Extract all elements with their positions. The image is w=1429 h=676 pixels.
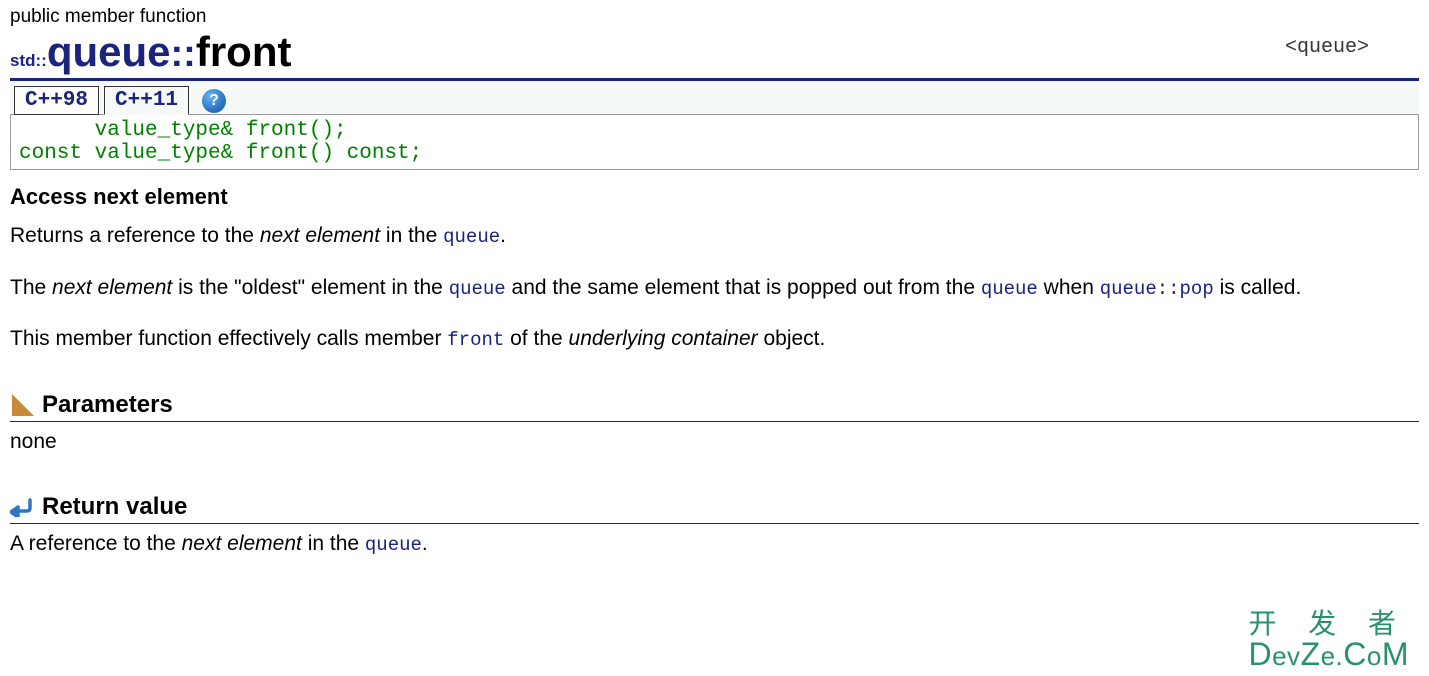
text-fragment-italic: next element: [260, 224, 380, 247]
text-fragment: This member function effectively calls m…: [10, 327, 447, 350]
scope-prefix: std::: [10, 51, 47, 71]
watermark-char: Z: [1301, 636, 1321, 672]
triangle-icon: [12, 394, 34, 416]
scope-separator: ::: [171, 33, 196, 76]
brief-title: Access next element: [10, 184, 1419, 210]
text-fragment-italic: next element: [52, 276, 172, 299]
watermark-char: D: [1248, 636, 1272, 672]
text-fragment: object.: [758, 327, 826, 350]
help-icon[interactable]: ?: [202, 89, 226, 113]
text-fragment: and the same element that is popped out …: [506, 276, 981, 299]
text-fragment: in the: [302, 532, 365, 555]
return-title: Return value: [42, 493, 187, 521]
text-fragment: when: [1038, 276, 1100, 299]
return-body: A reference to the next element in the q…: [10, 530, 1419, 558]
watermark-char: ev: [1272, 641, 1300, 671]
watermark-char: e.: [1321, 641, 1344, 671]
parameters-body: none: [10, 428, 1419, 455]
text-fragment: .: [422, 532, 428, 555]
watermark: 开 发 者 DevZe.CoM: [1248, 610, 1409, 670]
link-queue[interactable]: queue: [443, 226, 500, 248]
watermark-line1: 开 发 者: [1248, 610, 1409, 638]
link-queue[interactable]: queue: [365, 534, 422, 556]
section-return: Return value: [10, 493, 1419, 524]
section-parameters: Parameters: [10, 391, 1419, 422]
link-queue[interactable]: queue: [981, 278, 1038, 300]
class-name: queue: [47, 28, 171, 76]
text-fragment: is called.: [1214, 276, 1302, 299]
header-type-label: public member function: [10, 6, 1419, 28]
function-name: front: [196, 28, 292, 76]
text-fragment: The: [10, 276, 52, 299]
watermark-char: o: [1367, 641, 1382, 671]
link-front[interactable]: front: [447, 329, 504, 351]
title-row: std:: queue :: front: [10, 28, 1419, 81]
text-fragment: of the: [504, 327, 568, 350]
text-fragment: .: [500, 224, 506, 247]
description-p3: This member function effectively calls m…: [10, 325, 1419, 353]
link-queue-pop[interactable]: queue::pop: [1100, 278, 1214, 300]
link-queue[interactable]: queue: [449, 278, 506, 300]
parameters-title: Parameters: [42, 391, 173, 419]
description-p2: The next element is the "oldest" element…: [10, 274, 1419, 302]
text-fragment-italic: next element: [182, 532, 302, 555]
standard-tabs: C++98 C++11 ?: [10, 81, 1419, 115]
tab-cpp11[interactable]: C++11: [104, 86, 189, 115]
text-fragment-italic: underlying container: [569, 327, 758, 350]
header-include-tag: <queue>: [1285, 36, 1369, 59]
text-fragment: Returns a reference to the: [10, 224, 260, 247]
watermark-line2: DevZe.CoM: [1248, 638, 1409, 670]
return-arrow-icon: [10, 497, 34, 517]
text-fragment: is the "oldest" element in the: [172, 276, 448, 299]
description-p1: Returns a reference to the next element …: [10, 222, 1419, 250]
watermark-char: M: [1382, 636, 1409, 672]
tab-cpp98[interactable]: C++98: [14, 86, 99, 115]
text-fragment: in the: [380, 224, 443, 247]
watermark-char: C: [1343, 636, 1367, 672]
function-signature: value_type& front(); const value_type& f…: [10, 114, 1419, 170]
text-fragment: A reference to the: [10, 532, 182, 555]
